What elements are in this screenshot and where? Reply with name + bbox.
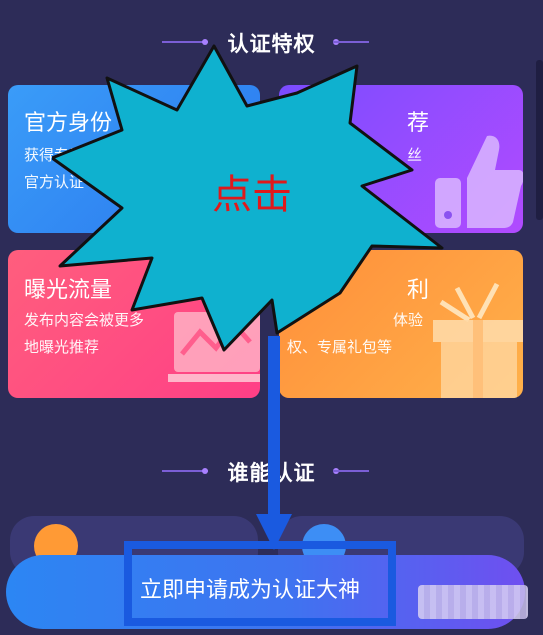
- click-callout-starburst: 点击: [52, 44, 444, 352]
- scrollbar[interactable]: [536, 60, 543, 220]
- down-arrow-icon: [256, 336, 292, 550]
- callout-text: 点击: [212, 172, 292, 218]
- blurred-watermark: [418, 585, 528, 619]
- highlight-box: [124, 541, 396, 626]
- title-decoration-right: [333, 470, 369, 472]
